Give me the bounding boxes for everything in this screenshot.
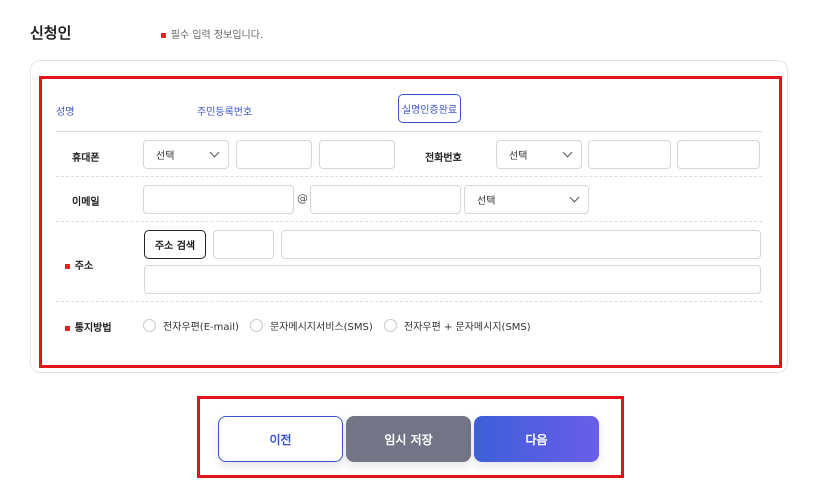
notify-option-label: 전자우편(E-mail) — [163, 322, 239, 333]
mobile-prefix-value: 선택 — [156, 151, 175, 162]
mobile-middle-input[interactable] — [236, 140, 312, 169]
phone-last-input[interactable] — [677, 140, 760, 169]
radio-circle[interactable] — [250, 319, 263, 332]
notify-label: ▪ 통지방법 — [64, 319, 112, 334]
required-marker: ▪ — [64, 261, 71, 272]
mobile-label: 휴대폰 — [72, 153, 100, 164]
required-note: ▪ 필수 입력 정보입니다. — [160, 26, 263, 41]
address-label-text: 주소 — [74, 261, 94, 272]
radio-circle[interactable] — [143, 319, 156, 332]
required-marker: ▪ — [64, 323, 71, 334]
next-button[interactable]: 다음 — [474, 416, 599, 462]
notify-label-text: 통지방법 — [74, 323, 112, 334]
resident-number-label: 주민등록번호 — [197, 107, 253, 118]
notify-option-label: 전자우편 + 문자메시지(SMS) — [404, 322, 531, 333]
name-label: 성명 — [56, 107, 75, 118]
row-divider — [56, 221, 762, 222]
mobile-last-input[interactable] — [319, 140, 395, 169]
email-id-input[interactable] — [143, 185, 294, 214]
chevron-down-icon — [562, 147, 573, 158]
phone-label: 전화번호 — [425, 153, 462, 164]
phone-middle-input[interactable] — [588, 140, 671, 169]
address-search-button[interactable]: 주소 검색 — [144, 230, 206, 259]
required-marker: ▪ — [160, 30, 167, 41]
mobile-prefix-select[interactable]: 선택 — [143, 140, 229, 169]
row-divider — [56, 176, 762, 177]
notify-option-email-sms[interactable]: 전자우편 + 문자메시지(SMS) — [384, 318, 531, 333]
row-divider — [56, 301, 762, 302]
address-label: ▪ 주소 — [64, 257, 93, 272]
phone-prefix-value: 선택 — [509, 151, 528, 162]
temp-save-button[interactable]: 임시 저장 — [346, 416, 471, 462]
radio-circle[interactable] — [384, 319, 397, 332]
name-verified-button[interactable]: 실명인증완료 — [398, 94, 461, 123]
phone-prefix-select[interactable]: 선택 — [496, 140, 582, 169]
notify-option-email[interactable]: 전자우편(E-mail) — [143, 318, 239, 333]
chevron-down-icon — [209, 147, 220, 158]
notify-option-label: 문자메시지서비스(SMS) — [270, 322, 373, 333]
address-detail-input[interactable] — [144, 265, 761, 294]
header-divider — [56, 131, 762, 132]
email-domain-select[interactable]: 선택 — [464, 185, 589, 214]
address-main-input[interactable] — [281, 230, 761, 259]
email-domain-select-value: 선택 — [477, 196, 496, 207]
page-title: 신청인 — [30, 24, 72, 42]
email-label: 이메일 — [72, 197, 100, 208]
notify-option-sms[interactable]: 문자메시지서비스(SMS) — [250, 318, 373, 333]
at-sign: @ — [297, 192, 308, 205]
email-domain-input[interactable] — [310, 185, 461, 214]
chevron-down-icon — [569, 192, 580, 203]
required-note-text: 필수 입력 정보입니다. — [170, 30, 264, 41]
postal-code-input[interactable] — [213, 230, 274, 259]
prev-button[interactable]: 이전 — [218, 416, 343, 462]
